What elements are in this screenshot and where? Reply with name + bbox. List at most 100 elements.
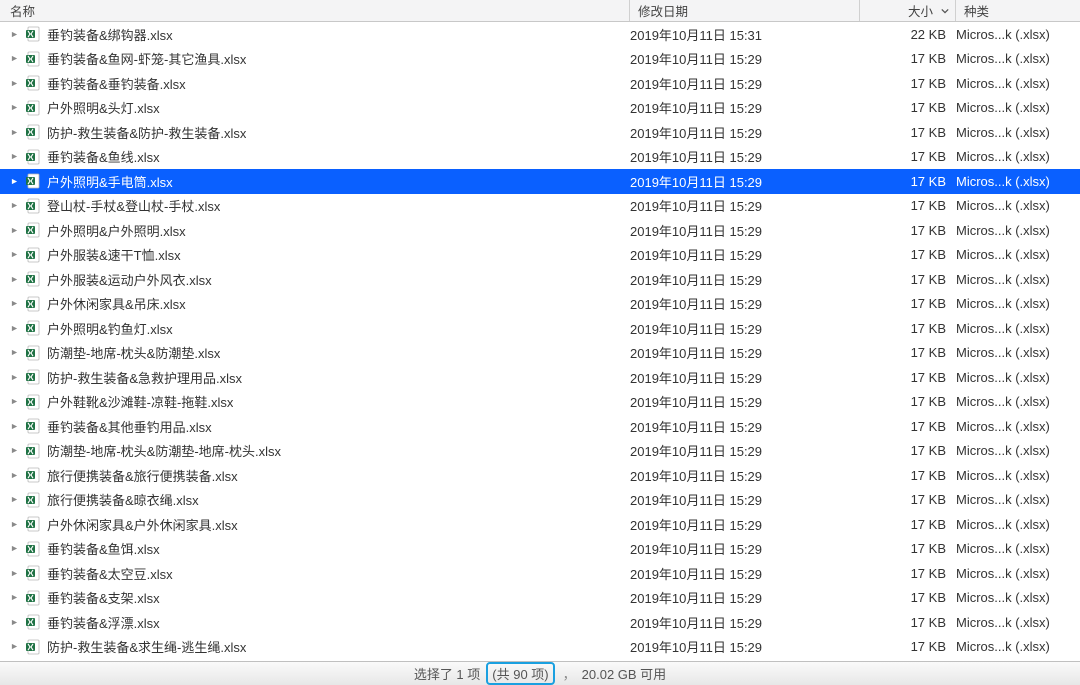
status-selected: 选择了 1 项 [414,664,480,683]
disclosure-triangle-icon[interactable] [10,398,19,405]
file-size: 17 KB [860,492,956,507]
file-size: 17 KB [860,541,956,556]
file-size: 17 KB [860,296,956,311]
disclosure-triangle-icon[interactable] [10,227,19,234]
file-size: 17 KB [860,198,956,213]
file-kind: Micros...k (.xlsx) [956,272,1080,287]
file-name: 防潮垫-地席-枕头&防潮垫.xlsx [47,343,220,362]
excel-file-icon [25,222,41,238]
disclosure-triangle-icon[interactable] [10,276,19,283]
disclosure-triangle-icon[interactable] [10,31,19,38]
disclosure-triangle-icon[interactable] [10,619,19,626]
file-row[interactable]: 垂钓装备&鱼线.xlsx2019年10月11日 15:2917 KBMicros… [0,145,1080,170]
excel-file-icon [25,541,41,557]
disclosure-triangle-icon[interactable] [10,80,19,87]
column-header-name[interactable]: 名称 [0,0,630,21]
disclosure-triangle-icon[interactable] [10,178,19,185]
disclosure-triangle-icon[interactable] [10,374,19,381]
disclosure-triangle-icon[interactable] [10,202,19,209]
file-row[interactable]: 垂钓装备&浮漂.xlsx2019年10月11日 15:2917 KBMicros… [0,610,1080,635]
disclosure-triangle-icon[interactable] [10,594,19,601]
file-name: 户外照明&手电筒.xlsx [47,172,173,191]
file-row[interactable]: 垂钓装备&支架.xlsx2019年10月11日 15:2917 KBMicros… [0,586,1080,611]
disclosure-triangle-icon[interactable] [10,521,19,528]
file-size: 17 KB [860,517,956,532]
file-row[interactable]: 垂钓装备&鱼饵.xlsx2019年10月11日 15:2917 KBMicros… [0,537,1080,562]
file-name: 防护-救生装备&防护-救生装备.xlsx [47,123,246,142]
file-kind: Micros...k (.xlsx) [956,321,1080,336]
disclosure-triangle-icon[interactable] [10,349,19,356]
file-size: 17 KB [860,272,956,287]
file-date: 2019年10月11日 15:29 [630,392,860,411]
file-date: 2019年10月11日 15:29 [630,74,860,93]
disclosure-triangle-icon[interactable] [10,545,19,552]
disclosure-triangle-icon[interactable] [10,104,19,111]
file-kind: Micros...k (.xlsx) [956,566,1080,581]
file-date: 2019年10月11日 15:29 [630,245,860,264]
file-row[interactable]: 旅行便携装备&旅行便携装备.xlsx2019年10月11日 15:2917 KB… [0,463,1080,488]
file-row[interactable]: 户外鞋靴&沙滩鞋-凉鞋-拖鞋.xlsx2019年10月11日 15:2917 K… [0,390,1080,415]
file-kind: Micros...k (.xlsx) [956,615,1080,630]
file-row[interactable]: 户外照明&手电筒.xlsx2019年10月11日 15:2917 KBMicro… [0,169,1080,194]
column-header-size[interactable]: 大小 [860,0,956,21]
disclosure-triangle-icon[interactable] [10,472,19,479]
file-size: 17 KB [860,615,956,630]
excel-file-icon [25,247,41,263]
file-name: 户外服装&运动户外风衣.xlsx [47,270,212,289]
file-kind: Micros...k (.xlsx) [956,100,1080,115]
file-row[interactable]: 防护-救生装备&防护-救生装备.xlsx 2019年10月11日 15:2917 … [0,120,1080,145]
file-size: 17 KB [860,566,956,581]
disclosure-triangle-icon[interactable] [10,153,19,160]
file-date: 2019年10月11日 15:29 [630,123,860,142]
file-row[interactable]: 防护-救生装备&急救护理用品.xlsx2019年10月11日 15:2917 K… [0,365,1080,390]
file-row[interactable]: 户外照明&户外照明.xlsx2019年10月11日 15:2917 KBMicr… [0,218,1080,243]
file-date: 2019年10月11日 15:29 [630,343,860,362]
file-date: 2019年10月11日 15:29 [630,466,860,485]
file-name: 户外照明&头灯.xlsx [47,98,160,117]
file-row[interactable]: 垂钓装备&鱼网-虾笼-其它渔具.xlsx2019年10月11日 15:2917 … [0,47,1080,72]
file-row[interactable]: 户外服装&速干T恤.xlsx2019年10月11日 15:2917 KBMicr… [0,243,1080,268]
file-row[interactable]: 户外照明&钓鱼灯.xlsx2019年10月11日 15:2917 KBMicro… [0,316,1080,341]
file-row[interactable]: 户外休闲家具&户外休闲家具.xlsx2019年10月11日 15:2917 KB… [0,512,1080,537]
file-date: 2019年10月11日 15:29 [630,49,860,68]
file-size: 17 KB [860,125,956,140]
status-total-highlight: (共 90 项) [486,662,554,685]
file-row[interactable]: 户外照明&头灯.xlsx2019年10月11日 15:2917 KBMicros… [0,96,1080,121]
excel-file-icon [25,590,41,606]
disclosure-triangle-icon[interactable] [10,643,19,650]
file-row[interactable]: 垂钓装备&太空豆.xlsx2019年10月11日 15:2917 KBMicro… [0,561,1080,586]
file-row[interactable]: 登山杖-手杖&登山杖-手杖.xlsx2019年10月11日 15:2917 KB… [0,194,1080,219]
disclosure-triangle-icon[interactable] [10,423,19,430]
disclosure-triangle-icon[interactable] [10,447,19,454]
file-list[interactable]: 垂钓装备&绑钩器.xlsx2019年10月11日 15:3122 KBMicro… [0,22,1080,661]
disclosure-triangle-icon[interactable] [10,570,19,577]
column-header-kind[interactable]: 种类 [956,0,1080,21]
disclosure-triangle-icon[interactable] [10,129,19,136]
file-kind: Micros...k (.xlsx) [956,639,1080,654]
file-row[interactable]: 防护-救生装备&求生绳-逃生绳.xlsx2019年10月11日 15:2917 … [0,635,1080,660]
disclosure-triangle-icon[interactable] [10,251,19,258]
file-name: 垂钓装备&鱼网-虾笼-其它渔具.xlsx [47,49,246,68]
file-row[interactable]: 防潮垫-地席-枕头&防潮垫.xlsx2019年10月11日 15:2917 KB… [0,341,1080,366]
file-row[interactable]: 垂钓装备&其他垂钓用品.xlsx2019年10月11日 15:2917 KBMi… [0,414,1080,439]
file-size: 17 KB [860,100,956,115]
file-row[interactable]: 防潮垫-地席-枕头&防潮垫-地席-枕头.xlsx2019年10月11日 15:2… [0,439,1080,464]
file-date: 2019年10月11日 15:29 [630,221,860,240]
excel-file-icon [25,639,41,655]
disclosure-triangle-icon[interactable] [10,55,19,62]
disclosure-triangle-icon[interactable] [10,325,19,332]
disclosure-triangle-icon[interactable] [10,496,19,503]
file-kind: Micros...k (.xlsx) [956,296,1080,311]
chevron-down-icon [941,7,949,15]
file-row[interactable]: 旅行便携装备&晾衣绳.xlsx2019年10月11日 15:2917 KBMic… [0,488,1080,513]
file-name: 旅行便携装备&晾衣绳.xlsx [47,490,199,509]
file-row[interactable]: 垂钓装备&垂钓装备.xlsx2019年10月11日 15:2917 KBMicr… [0,71,1080,96]
file-size: 17 KB [860,590,956,605]
excel-file-icon [25,516,41,532]
column-header-date[interactable]: 修改日期 [630,0,860,21]
disclosure-triangle-icon[interactable] [10,300,19,307]
file-row[interactable]: 垂钓装备&绑钩器.xlsx2019年10月11日 15:3122 KBMicro… [0,22,1080,47]
file-row[interactable]: 户外服装&运动户外风衣.xlsx2019年10月11日 15:2917 KBMi… [0,267,1080,292]
status-free-space: 20.02 GB 可用 [582,664,667,683]
file-row[interactable]: 户外休闲家具&吊床.xlsx2019年10月11日 15:2917 KBMicr… [0,292,1080,317]
